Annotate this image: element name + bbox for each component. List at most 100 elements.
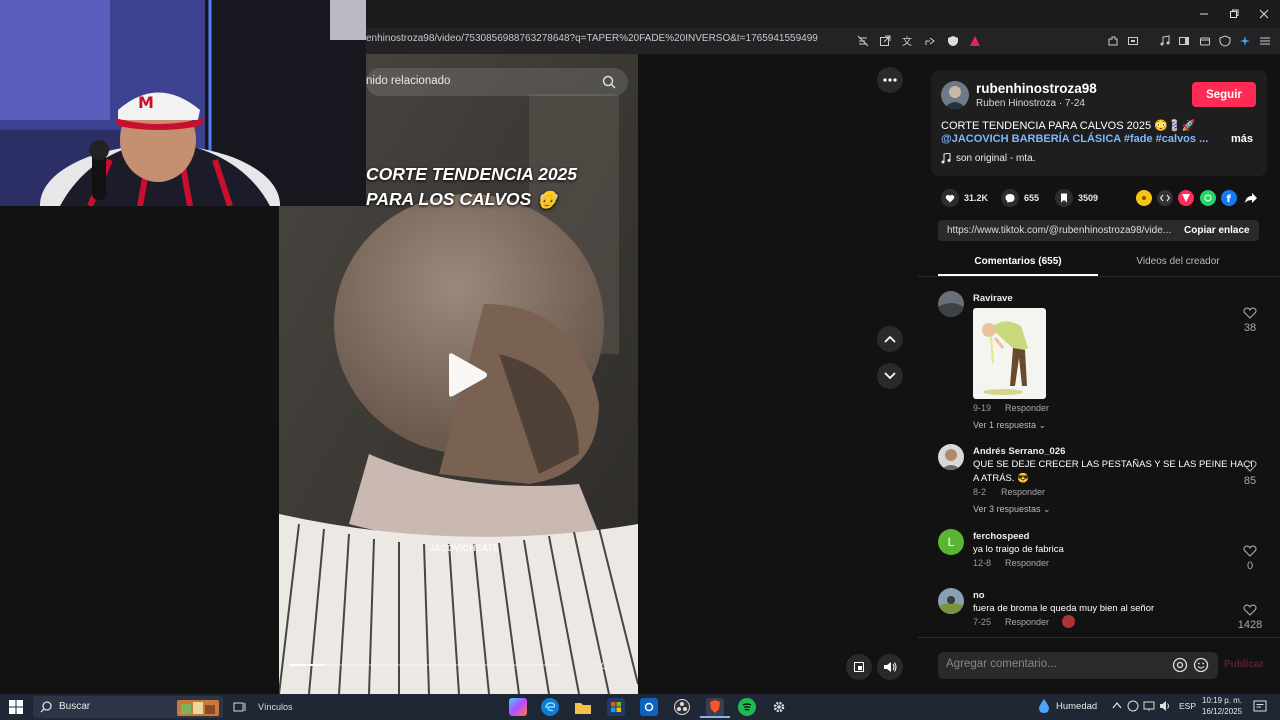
follow-button[interactable]: Seguir: [1192, 82, 1256, 107]
view-replies-button[interactable]: Ver 1 respuesta ⌄: [973, 420, 1046, 431]
share-arrow-icon[interactable]: [1243, 190, 1259, 206]
comment-username[interactable]: Ravirave: [973, 293, 1013, 304]
mention-icon[interactable]: [1172, 657, 1188, 673]
comment-icon[interactable]: [1001, 189, 1019, 207]
music-icon[interactable]: [1156, 32, 1174, 50]
brave-browser-icon[interactable]: [706, 698, 724, 716]
comment-like-icon[interactable]: [1243, 460, 1257, 472]
tab-creator-videos[interactable]: Videos del creador: [1098, 256, 1258, 267]
music-label[interactable]: son original - mta.: [956, 153, 1035, 164]
tray-app-icon[interactable]: [1127, 700, 1139, 712]
open-external-icon[interactable]: [876, 32, 894, 50]
windows-start-icon[interactable]: [9, 700, 23, 714]
minimize-icon[interactable]: [1194, 6, 1214, 22]
creator-liked-badge: [1062, 615, 1075, 628]
file-explorer-icon[interactable]: [574, 698, 592, 716]
tab-divider: [918, 276, 1280, 277]
comment-username[interactable]: no: [973, 590, 985, 601]
comment-like-icon[interactable]: [1243, 545, 1257, 557]
music-note-icon: [941, 153, 951, 164]
search-highlight-icon[interactable]: [175, 696, 221, 718]
settings-gear-icon[interactable]: [770, 698, 788, 716]
language-indicator[interactable]: ESP: [1179, 701, 1196, 711]
links-toolbar-label[interactable]: Vínculos: [258, 702, 293, 712]
network-icon[interactable]: [1143, 700, 1155, 712]
taskbar-search-label[interactable]: Buscar: [59, 701, 90, 712]
reply-button[interactable]: Responder: [1005, 558, 1049, 568]
edge-icon[interactable]: [541, 698, 559, 716]
comment-avatar[interactable]: [938, 588, 964, 614]
whatsapp-icon[interactable]: [1200, 190, 1216, 206]
post-tags[interactable]: @JACOVICH BARBERÍA CLÁSICA #fade #calvos…: [941, 133, 1208, 145]
comment-sticker-image[interactable]: [973, 308, 1046, 399]
clock-time[interactable]: 10:19 p. m.: [1202, 696, 1242, 705]
copy-link-button[interactable]: Copiar enlace: [1184, 225, 1250, 236]
more-options-icon[interactable]: [877, 67, 903, 93]
store-icon[interactable]: [607, 698, 625, 716]
screenshot-icon[interactable]: [1124, 32, 1142, 50]
reply-button[interactable]: Responder: [1005, 617, 1049, 627]
like-icon[interactable]: [941, 189, 959, 207]
comment-avatar[interactable]: [938, 291, 964, 317]
spotify-icon[interactable]: [738, 698, 756, 716]
weather-drop-icon[interactable]: [1036, 698, 1052, 714]
reader-off-icon[interactable]: [854, 32, 872, 50]
view-replies-button[interactable]: Ver 3 respuestas ⌄: [973, 504, 1051, 515]
publish-button[interactable]: Publicar: [1224, 659, 1263, 670]
translate-icon[interactable]: 文: [898, 32, 916, 50]
post-caption: CORTE TENDENCIA PARA CALVOS 2025 😳💈🚀: [941, 120, 1196, 132]
more-link[interactable]: más: [1231, 133, 1253, 145]
comment-username[interactable]: ferchospeed: [973, 531, 1030, 542]
bookmark-icon[interactable]: [1055, 189, 1073, 207]
video-progress-fill: [289, 664, 325, 666]
menu-icon[interactable]: [1256, 32, 1274, 50]
obs-icon[interactable]: [673, 698, 691, 716]
facebook-icon[interactable]: f: [1221, 190, 1237, 206]
share-friends-icon[interactable]: [1136, 190, 1152, 206]
embed-icon[interactable]: [1157, 190, 1173, 206]
floating-player-icon[interactable]: [846, 654, 872, 680]
copilot-icon[interactable]: [509, 698, 527, 716]
share-link-text[interactable]: https://www.tiktok.com/@rubenhinostroza9…: [947, 225, 1172, 236]
video-progress-track[interactable]: [289, 664, 561, 666]
author-avatar[interactable]: [941, 81, 969, 109]
weather-label[interactable]: Humedad: [1056, 701, 1097, 712]
next-video-icon[interactable]: [877, 363, 903, 389]
comment-username[interactable]: Andrés Serrano_026: [973, 446, 1065, 457]
extensions-icon[interactable]: [1104, 32, 1122, 50]
search-icon[interactable]: [602, 75, 616, 89]
comment-like-icon[interactable]: [1243, 604, 1257, 616]
shield-icon[interactable]: [944, 32, 962, 50]
comment-avatar[interactable]: [938, 444, 964, 470]
overlay-title-line1: CORTE TENDENCIA 2025: [366, 164, 578, 184]
share-page-icon[interactable]: [921, 32, 939, 50]
reply-button[interactable]: Responder: [1001, 487, 1045, 497]
related-search-text[interactable]: nido relacionado: [366, 75, 450, 87]
volume-icon[interactable]: [877, 654, 903, 680]
comment-avatar[interactable]: L: [938, 529, 964, 555]
tab-comments[interactable]: Comentarios (655): [938, 256, 1098, 267]
author-username[interactable]: rubenhinostroza98: [976, 81, 1097, 96]
task-view-icon[interactable]: [233, 700, 247, 714]
comment-input[interactable]: Agregar comentario...: [946, 658, 1057, 670]
leo-icon[interactable]: [1236, 32, 1254, 50]
emoji-icon[interactable]: [1193, 657, 1209, 673]
play-icon[interactable]: [443, 352, 489, 398]
rewards-triangle-icon[interactable]: [966, 32, 984, 50]
restore-icon[interactable]: [1224, 6, 1244, 22]
notifications-icon[interactable]: [1253, 700, 1267, 714]
comment-like-icon[interactable]: [1243, 307, 1257, 319]
sidebar-icon[interactable]: [1175, 32, 1193, 50]
send-icon[interactable]: [1178, 190, 1194, 206]
tray-overflow-icon[interactable]: [1112, 701, 1122, 711]
address-url[interactable]: enhinostroza98/video/7530856988763278648…: [366, 33, 818, 44]
comment-text: fuera de broma le queda muy bien al seño…: [973, 603, 1155, 614]
vpn-shield-icon[interactable]: [1216, 32, 1234, 50]
outlook-icon[interactable]: [640, 698, 658, 716]
previous-video-icon[interactable]: [877, 326, 903, 352]
clock-date[interactable]: 16/12/2025: [1202, 707, 1242, 716]
close-icon[interactable]: [1254, 6, 1274, 22]
reply-button[interactable]: Responder: [1005, 403, 1049, 413]
wallet-icon[interactable]: [1196, 32, 1214, 50]
speaker-icon[interactable]: [1159, 700, 1171, 712]
